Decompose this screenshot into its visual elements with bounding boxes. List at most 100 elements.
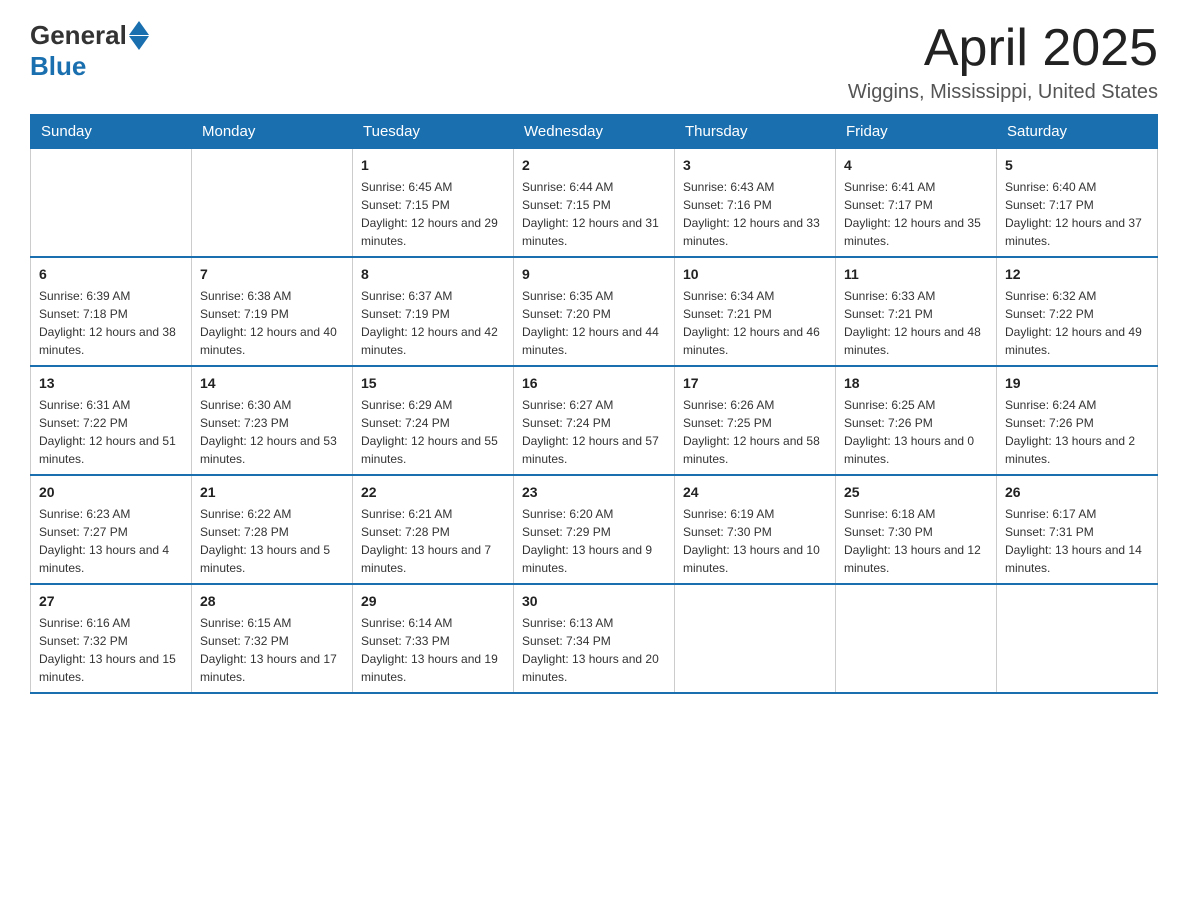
day-sun-info: Sunrise: 6:15 AMSunset: 7:32 PMDaylight:… — [200, 614, 344, 686]
day-sun-info: Sunrise: 6:18 AMSunset: 7:30 PMDaylight:… — [844, 505, 988, 577]
day-sun-info: Sunrise: 6:19 AMSunset: 7:30 PMDaylight:… — [683, 505, 827, 577]
header-wednesday: Wednesday — [514, 115, 675, 149]
calendar-cell: 3Sunrise: 6:43 AMSunset: 7:16 PMDaylight… — [675, 149, 836, 258]
calendar-cell — [675, 584, 836, 693]
calendar-cell: 4Sunrise: 6:41 AMSunset: 7:17 PMDaylight… — [836, 149, 997, 258]
day-number: 5 — [1005, 155, 1149, 176]
day-number: 11 — [844, 264, 988, 285]
day-number: 8 — [361, 264, 505, 285]
day-sun-info: Sunrise: 6:25 AMSunset: 7:26 PMDaylight:… — [844, 396, 988, 468]
day-number: 22 — [361, 482, 505, 503]
day-sun-info: Sunrise: 6:14 AMSunset: 7:33 PMDaylight:… — [361, 614, 505, 686]
day-number: 27 — [39, 591, 183, 612]
month-year-title: April 2025 — [848, 20, 1158, 77]
day-sun-info: Sunrise: 6:20 AMSunset: 7:29 PMDaylight:… — [522, 505, 666, 577]
day-sun-info: Sunrise: 6:31 AMSunset: 7:22 PMDaylight:… — [39, 396, 183, 468]
calendar-cell: 26Sunrise: 6:17 AMSunset: 7:31 PMDayligh… — [997, 475, 1158, 584]
day-number: 12 — [1005, 264, 1149, 285]
day-sun-info: Sunrise: 6:38 AMSunset: 7:19 PMDaylight:… — [200, 287, 344, 359]
calendar-cell: 7Sunrise: 6:38 AMSunset: 7:19 PMDaylight… — [192, 257, 353, 366]
day-sun-info: Sunrise: 6:16 AMSunset: 7:32 PMDaylight:… — [39, 614, 183, 686]
day-number: 2 — [522, 155, 666, 176]
calendar-week-5: 27Sunrise: 6:16 AMSunset: 7:32 PMDayligh… — [31, 584, 1158, 693]
calendar-cell: 23Sunrise: 6:20 AMSunset: 7:29 PMDayligh… — [514, 475, 675, 584]
day-number: 9 — [522, 264, 666, 285]
calendar-cell — [836, 584, 997, 693]
day-sun-info: Sunrise: 6:33 AMSunset: 7:21 PMDaylight:… — [844, 287, 988, 359]
calendar-cell: 5Sunrise: 6:40 AMSunset: 7:17 PMDaylight… — [997, 149, 1158, 258]
calendar-cell: 10Sunrise: 6:34 AMSunset: 7:21 PMDayligh… — [675, 257, 836, 366]
day-number: 20 — [39, 482, 183, 503]
day-number: 28 — [200, 591, 344, 612]
page-header: General Blue April 2025 Wiggins, Mississ… — [30, 20, 1158, 104]
day-sun-info: Sunrise: 6:37 AMSunset: 7:19 PMDaylight:… — [361, 287, 505, 359]
header-saturday: Saturday — [997, 115, 1158, 149]
logo-general-text: General — [30, 20, 127, 51]
logo-blue-text: Blue — [30, 51, 86, 82]
calendar-week-3: 13Sunrise: 6:31 AMSunset: 7:22 PMDayligh… — [31, 366, 1158, 475]
day-sun-info: Sunrise: 6:13 AMSunset: 7:34 PMDaylight:… — [522, 614, 666, 686]
day-number: 10 — [683, 264, 827, 285]
day-number: 21 — [200, 482, 344, 503]
calendar-cell: 9Sunrise: 6:35 AMSunset: 7:20 PMDaylight… — [514, 257, 675, 366]
day-sun-info: Sunrise: 6:34 AMSunset: 7:21 PMDaylight:… — [683, 287, 827, 359]
calendar-cell: 12Sunrise: 6:32 AMSunset: 7:22 PMDayligh… — [997, 257, 1158, 366]
calendar-header-row: SundayMondayTuesdayWednesdayThursdayFrid… — [31, 115, 1158, 149]
day-number: 25 — [844, 482, 988, 503]
calendar-cell: 1Sunrise: 6:45 AMSunset: 7:15 PMDaylight… — [353, 149, 514, 258]
calendar-cell: 24Sunrise: 6:19 AMSunset: 7:30 PMDayligh… — [675, 475, 836, 584]
calendar-cell: 21Sunrise: 6:22 AMSunset: 7:28 PMDayligh… — [192, 475, 353, 584]
calendar-cell: 16Sunrise: 6:27 AMSunset: 7:24 PMDayligh… — [514, 366, 675, 475]
calendar-table: SundayMondayTuesdayWednesdayThursdayFrid… — [30, 114, 1158, 694]
day-number: 1 — [361, 155, 505, 176]
day-sun-info: Sunrise: 6:32 AMSunset: 7:22 PMDaylight:… — [1005, 287, 1149, 359]
calendar-cell: 20Sunrise: 6:23 AMSunset: 7:27 PMDayligh… — [31, 475, 192, 584]
calendar-cell: 13Sunrise: 6:31 AMSunset: 7:22 PMDayligh… — [31, 366, 192, 475]
calendar-cell: 19Sunrise: 6:24 AMSunset: 7:26 PMDayligh… — [997, 366, 1158, 475]
day-number: 16 — [522, 373, 666, 394]
location-subtitle: Wiggins, Mississippi, United States — [848, 81, 1158, 104]
calendar-week-1: 1Sunrise: 6:45 AMSunset: 7:15 PMDaylight… — [31, 149, 1158, 258]
day-sun-info: Sunrise: 6:26 AMSunset: 7:25 PMDaylight:… — [683, 396, 827, 468]
title-block: April 2025 Wiggins, Mississippi, United … — [848, 20, 1158, 104]
day-number: 23 — [522, 482, 666, 503]
header-thursday: Thursday — [675, 115, 836, 149]
day-sun-info: Sunrise: 6:22 AMSunset: 7:28 PMDaylight:… — [200, 505, 344, 577]
day-number: 17 — [683, 373, 827, 394]
calendar-cell: 15Sunrise: 6:29 AMSunset: 7:24 PMDayligh… — [353, 366, 514, 475]
header-monday: Monday — [192, 115, 353, 149]
day-sun-info: Sunrise: 6:41 AMSunset: 7:17 PMDaylight:… — [844, 178, 988, 250]
calendar-week-4: 20Sunrise: 6:23 AMSunset: 7:27 PMDayligh… — [31, 475, 1158, 584]
header-tuesday: Tuesday — [353, 115, 514, 149]
day-number: 19 — [1005, 373, 1149, 394]
day-sun-info: Sunrise: 6:35 AMSunset: 7:20 PMDaylight:… — [522, 287, 666, 359]
calendar-cell: 14Sunrise: 6:30 AMSunset: 7:23 PMDayligh… — [192, 366, 353, 475]
day-number: 29 — [361, 591, 505, 612]
day-sun-info: Sunrise: 6:24 AMSunset: 7:26 PMDaylight:… — [1005, 396, 1149, 468]
header-sunday: Sunday — [31, 115, 192, 149]
calendar-cell — [192, 149, 353, 258]
day-number: 26 — [1005, 482, 1149, 503]
calendar-cell: 2Sunrise: 6:44 AMSunset: 7:15 PMDaylight… — [514, 149, 675, 258]
calendar-cell: 17Sunrise: 6:26 AMSunset: 7:25 PMDayligh… — [675, 366, 836, 475]
calendar-week-2: 6Sunrise: 6:39 AMSunset: 7:18 PMDaylight… — [31, 257, 1158, 366]
day-number: 24 — [683, 482, 827, 503]
calendar-cell: 11Sunrise: 6:33 AMSunset: 7:21 PMDayligh… — [836, 257, 997, 366]
calendar-cell: 30Sunrise: 6:13 AMSunset: 7:34 PMDayligh… — [514, 584, 675, 693]
calendar-cell: 8Sunrise: 6:37 AMSunset: 7:19 PMDaylight… — [353, 257, 514, 366]
day-number: 15 — [361, 373, 505, 394]
day-sun-info: Sunrise: 6:27 AMSunset: 7:24 PMDaylight:… — [522, 396, 666, 468]
day-number: 30 — [522, 591, 666, 612]
day-sun-info: Sunrise: 6:17 AMSunset: 7:31 PMDaylight:… — [1005, 505, 1149, 577]
day-sun-info: Sunrise: 6:45 AMSunset: 7:15 PMDaylight:… — [361, 178, 505, 250]
day-sun-info: Sunrise: 6:29 AMSunset: 7:24 PMDaylight:… — [361, 396, 505, 468]
day-number: 14 — [200, 373, 344, 394]
calendar-cell: 29Sunrise: 6:14 AMSunset: 7:33 PMDayligh… — [353, 584, 514, 693]
header-friday: Friday — [836, 115, 997, 149]
day-sun-info: Sunrise: 6:21 AMSunset: 7:28 PMDaylight:… — [361, 505, 505, 577]
calendar-cell: 22Sunrise: 6:21 AMSunset: 7:28 PMDayligh… — [353, 475, 514, 584]
day-sun-info: Sunrise: 6:30 AMSunset: 7:23 PMDaylight:… — [200, 396, 344, 468]
calendar-cell: 27Sunrise: 6:16 AMSunset: 7:32 PMDayligh… — [31, 584, 192, 693]
day-number: 4 — [844, 155, 988, 176]
day-sun-info: Sunrise: 6:23 AMSunset: 7:27 PMDaylight:… — [39, 505, 183, 577]
